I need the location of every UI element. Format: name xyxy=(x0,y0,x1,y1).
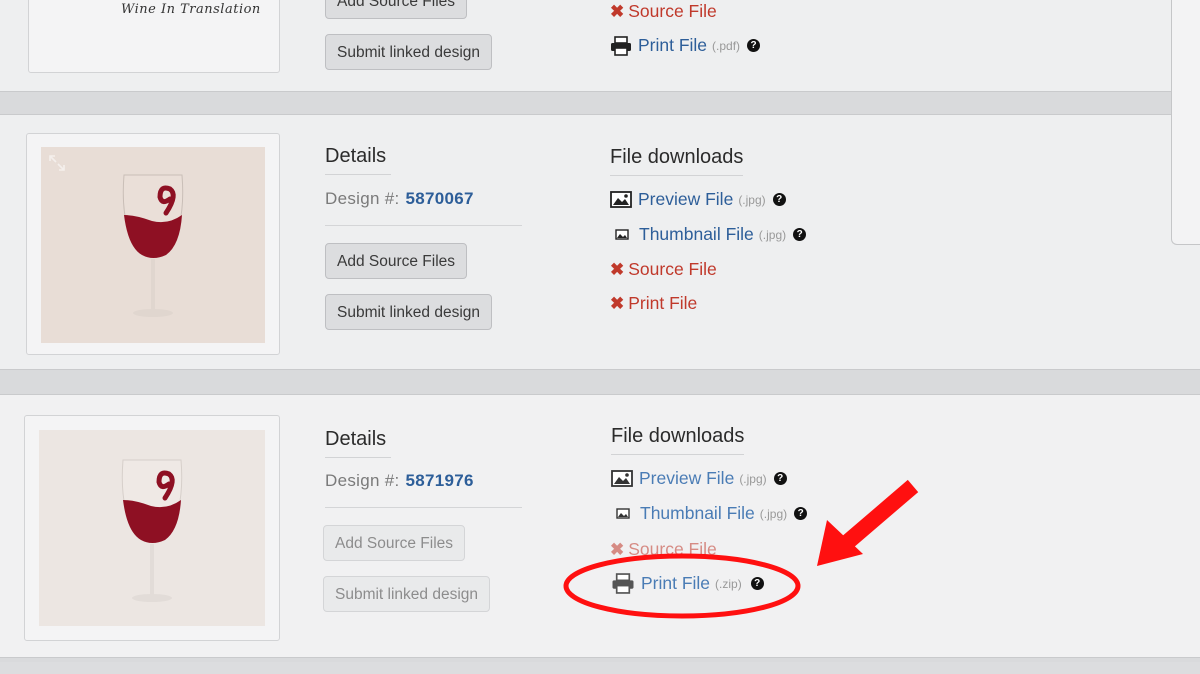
x-icon: ✖ xyxy=(610,259,625,279)
help-icon[interactable]: ? xyxy=(747,39,761,52)
add-source-files-button[interactable]: Add Source Files xyxy=(323,525,466,561)
preview-file-ext: (.jpg) xyxy=(738,192,766,207)
side-panel-edge xyxy=(1171,0,1200,245)
design-thumbnail xyxy=(41,147,265,343)
image-icon xyxy=(610,191,632,208)
download-print-file[interactable]: Print File (.zip) ? xyxy=(611,573,764,594)
print-icon xyxy=(611,35,631,56)
print-file-ext: (.zip) xyxy=(715,576,742,591)
download-source-file: ✖ Source File xyxy=(610,1,717,22)
design-number-label: Design #: xyxy=(325,189,400,208)
wine-glass-image xyxy=(121,459,183,602)
submit-linked-design-button[interactable]: Submit linked design xyxy=(325,34,493,70)
help-icon[interactable]: ? xyxy=(772,193,786,206)
source-file-label: Source File xyxy=(628,1,717,21)
design-card-top: Wine In Translation Add Source Files Sub… xyxy=(0,0,1200,92)
preview-file-ext: (.jpg) xyxy=(739,471,767,486)
design-number-line: Design #: 5871976 xyxy=(325,471,474,491)
add-source-files-button[interactable]: Add Source Files xyxy=(325,0,468,19)
thumbnail-file-link[interactable]: Thumbnail File xyxy=(639,224,754,245)
submit-linked-design-button[interactable]: Submit linked design xyxy=(323,576,491,612)
download-print-file[interactable]: Print File (.pdf) ? xyxy=(610,35,761,56)
page-bottom-strip xyxy=(0,662,1200,674)
expand-icon[interactable] xyxy=(49,155,65,171)
add-source-files-button[interactable]: Add Source Files xyxy=(325,243,468,279)
help-icon[interactable]: ? xyxy=(750,577,764,590)
help-icon[interactable]: ? xyxy=(773,472,787,485)
design-number-line: Design #: 5870067 xyxy=(325,189,474,209)
details-divider xyxy=(325,225,522,226)
logo-text: Wine In Translation xyxy=(121,2,261,17)
source-file-label: Source File xyxy=(628,259,717,279)
download-source-file: ✖ Source File xyxy=(610,539,717,560)
x-icon: ✖ xyxy=(610,1,625,21)
download-print-file: ✖ Print File xyxy=(610,293,697,314)
file-downloads-heading: File downloads xyxy=(611,425,745,455)
print-file-link[interactable]: Print File xyxy=(638,35,707,56)
image-icon xyxy=(611,470,633,487)
download-source-file: ✖ Source File xyxy=(610,259,717,280)
print-file-label: Print File xyxy=(628,293,698,313)
design-card-5871976: Details Design #: 5871976 Add Source File… xyxy=(0,394,1200,658)
details-heading: Details xyxy=(325,145,391,175)
print-file-link[interactable]: Print File xyxy=(641,573,710,594)
wine-glass-image xyxy=(122,174,184,317)
download-preview-file[interactable]: Preview File (.jpg) ? xyxy=(610,189,786,210)
design-thumbnail-frame[interactable]: Wine In Translation xyxy=(28,0,280,73)
source-file-label: Source File xyxy=(628,539,717,559)
design-number-link[interactable]: 5870067 xyxy=(406,189,474,208)
download-thumbnail-file[interactable]: Thumbnail File (.jpg) ? xyxy=(615,224,807,245)
file-downloads-heading: File downloads xyxy=(610,146,744,176)
submit-linked-design-button[interactable]: Submit linked design xyxy=(325,294,493,330)
image-icon xyxy=(616,508,630,519)
details-divider xyxy=(325,507,522,508)
download-thumbnail-file[interactable]: Thumbnail File (.jpg) ? xyxy=(616,503,808,524)
thumbnail-file-ext: (.jpg) xyxy=(758,227,787,242)
image-icon xyxy=(615,229,629,240)
print-file-ext: (.pdf) xyxy=(712,38,741,53)
download-preview-file[interactable]: Preview File (.jpg) ? xyxy=(611,468,787,489)
preview-file-link[interactable]: Preview File xyxy=(639,468,734,489)
x-icon: ✖ xyxy=(610,293,625,313)
details-heading: Details xyxy=(325,428,391,458)
x-icon: ✖ xyxy=(610,539,625,559)
design-thumbnail-frame[interactable] xyxy=(26,133,280,355)
print-icon xyxy=(612,573,634,594)
help-icon[interactable]: ? xyxy=(794,507,808,520)
design-card-5870067: Details Design #: 5870067 Add Source File… xyxy=(0,114,1200,370)
design-thumbnail-frame[interactable] xyxy=(24,415,280,641)
thumbnail-file-link[interactable]: Thumbnail File xyxy=(640,503,755,524)
preview-file-link[interactable]: Preview File xyxy=(638,189,733,210)
design-number-label: Design #: xyxy=(325,471,400,490)
design-number-link[interactable]: 5871976 xyxy=(406,471,474,490)
thumbnail-file-ext: (.jpg) xyxy=(759,506,788,521)
design-thumbnail xyxy=(39,430,265,626)
help-icon[interactable]: ? xyxy=(793,228,807,241)
